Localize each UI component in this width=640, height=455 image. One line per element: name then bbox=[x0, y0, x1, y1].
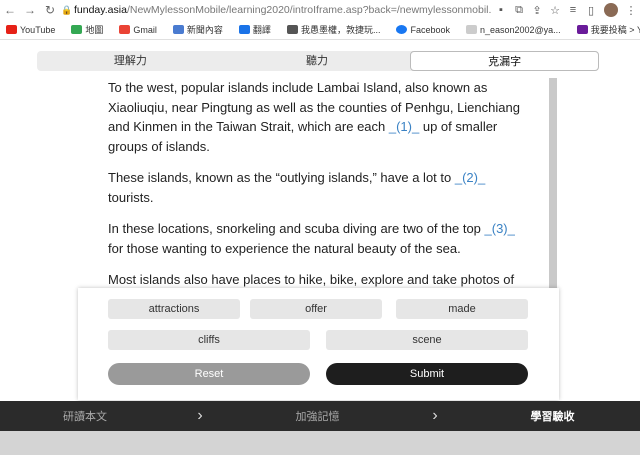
back-icon[interactable]: ← bbox=[0, 3, 20, 17]
choice-scene[interactable]: scene bbox=[326, 330, 528, 350]
tab-listening[interactable]: 聽力 bbox=[224, 51, 411, 71]
lock-icon[interactable]: 🔒 bbox=[60, 5, 74, 16]
bookmarks-bar: YouTube 地圖 Gmail 新聞內容 翻譯 我愚墨權，敦捷玩... Fac… bbox=[0, 20, 640, 40]
url-host: funday.asia bbox=[74, 4, 127, 16]
gmail-icon bbox=[119, 25, 131, 34]
bookmark-label: n_eason2002@ya... bbox=[479, 24, 561, 35]
profile-avatar[interactable] bbox=[604, 3, 618, 17]
page-bottom-strip bbox=[0, 431, 640, 455]
blank-3[interactable]: _(3)_ bbox=[485, 221, 515, 236]
bookmark-item[interactable]: 地圖 bbox=[65, 23, 103, 36]
bottom-navigation: 研讀本文 › 加強記憶 › 學習驗收 bbox=[0, 401, 640, 431]
yahoo-icon bbox=[576, 25, 588, 34]
nav-reinforce-memory[interactable]: 加強記憶 bbox=[230, 408, 405, 424]
choice-cliffs[interactable]: cliffs bbox=[108, 330, 310, 350]
page-icon bbox=[465, 25, 477, 34]
news-icon bbox=[172, 25, 184, 34]
choice-made[interactable]: made bbox=[396, 299, 528, 319]
passage-text: In these locations, snorkeling and scuba… bbox=[108, 221, 485, 236]
forward-icon[interactable]: → bbox=[20, 3, 40, 17]
bookmark-item[interactable]: n_eason2002@ya... bbox=[460, 25, 561, 35]
bookmark-item[interactable]: 新聞內容 bbox=[167, 23, 223, 36]
translate-icon[interactable]: ⧉ bbox=[510, 4, 528, 17]
youtube-icon bbox=[6, 25, 17, 34]
bookmark-label: 地圖 bbox=[85, 25, 104, 35]
tab-cloze[interactable]: 克漏字 bbox=[410, 51, 600, 71]
blank-1[interactable]: _(1)_ bbox=[389, 119, 419, 134]
chevron-right-icon: › bbox=[197, 407, 203, 424]
bookmark-label: Facebook bbox=[410, 24, 450, 35]
blank-2[interactable]: _(2)_ bbox=[455, 170, 485, 185]
bookmark-item[interactable]: 翻譯 bbox=[233, 23, 271, 36]
paragraph: To the west, popular islands include Lam… bbox=[108, 78, 523, 156]
person-icon bbox=[286, 25, 298, 34]
url-path: /NewMylessonMobile/learning2020/introIfr… bbox=[126, 4, 492, 16]
scrollbar[interactable] bbox=[549, 78, 557, 288]
star-icon[interactable]: ☆ bbox=[546, 4, 564, 17]
passage-text: tourists. bbox=[108, 189, 154, 205]
paragraph: These islands, known as the “outlying is… bbox=[108, 168, 523, 207]
camera-icon[interactable]: ▪ bbox=[492, 4, 510, 16]
menu-icon[interactable]: ⋮ bbox=[622, 4, 640, 17]
bookmark-label: 我愚墨權，敦捷玩... bbox=[300, 25, 381, 35]
bookmark-label: YouTube bbox=[20, 24, 56, 35]
side-panel-icon[interactable]: ▯ bbox=[582, 4, 600, 17]
reload-icon[interactable]: ↻ bbox=[40, 3, 60, 17]
translate-bookmark-icon bbox=[238, 25, 250, 34]
reset-button[interactable]: Reset bbox=[108, 363, 310, 385]
submit-button[interactable]: Submit bbox=[326, 363, 528, 385]
facebook-icon bbox=[396, 25, 408, 34]
bookmark-item[interactable]: Facebook bbox=[390, 25, 450, 35]
bookmark-item[interactable]: Gmail bbox=[113, 25, 157, 35]
bookmark-item[interactable]: 我要投稿 > Yahoo... bbox=[571, 23, 640, 36]
choice-attractions[interactable]: attractions bbox=[108, 299, 240, 319]
answer-panel: attractions offer made cliffs scene Rese… bbox=[78, 288, 559, 400]
paragraph: In these locations, snorkeling and scuba… bbox=[108, 219, 523, 258]
chevron-right-icon: › bbox=[432, 407, 438, 424]
passage-text: for those wanting to experience the natu… bbox=[108, 240, 461, 256]
lesson-tabs: 理解力 聽力 克漏字 bbox=[37, 51, 600, 71]
bookmark-item[interactable]: 我愚墨權，敦捷玩... bbox=[281, 23, 381, 36]
bookmark-label: 翻譯 bbox=[252, 25, 271, 35]
browser-toolbar: ← → ↻ 🔒 funday.asia/NewMylessonMobile/le… bbox=[0, 0, 640, 20]
reading-list-icon[interactable]: ≡ bbox=[564, 4, 582, 16]
maps-icon bbox=[71, 25, 83, 34]
choice-offer[interactable]: offer bbox=[250, 299, 382, 319]
address-bar[interactable]: funday.asia/NewMylessonMobile/learning20… bbox=[74, 4, 492, 16]
passage-text: These islands, known as the “outlying is… bbox=[108, 170, 455, 185]
bookmark-label: 我要投稿 > Yahoo... bbox=[590, 25, 640, 35]
nav-learning-check[interactable]: 學習驗收 bbox=[465, 408, 640, 424]
bookmark-label: Gmail bbox=[133, 24, 157, 35]
tab-comprehension[interactable]: 理解力 bbox=[37, 51, 224, 71]
bookmark-item[interactable]: YouTube bbox=[0, 25, 55, 35]
reading-passage: To the west, popular islands include Lam… bbox=[108, 78, 523, 321]
share-icon[interactable]: ⇪ bbox=[528, 4, 546, 17]
nav-study-text[interactable]: 研讀本文 bbox=[0, 408, 170, 424]
bookmark-label: 新聞內容 bbox=[186, 25, 223, 35]
